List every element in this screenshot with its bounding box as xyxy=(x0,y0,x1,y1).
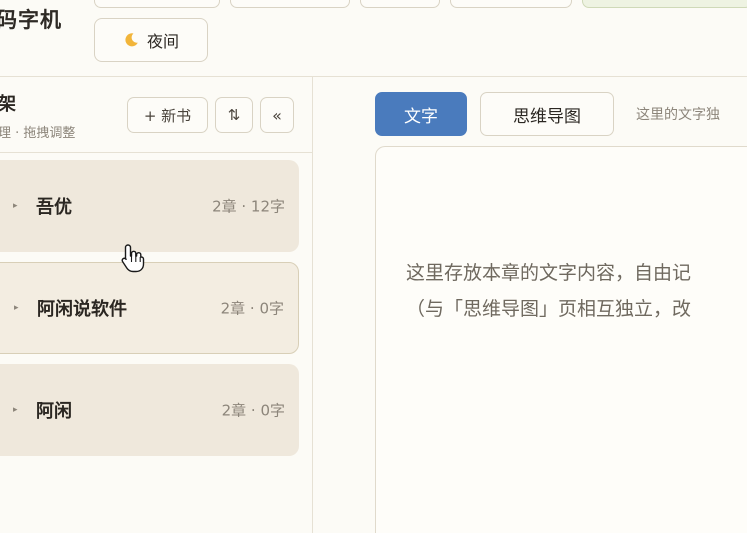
new-book-button[interactable]: + 新书 xyxy=(127,97,208,133)
hand-pointer-icon xyxy=(121,244,145,273)
caret-right-icon[interactable]: ▸ xyxy=(14,303,19,313)
app-window: 码字机 夜间 架 理 · 拖拽调整 + 新书 ⇅ « ▸ 吾优 2章 · 12字… xyxy=(0,0,747,533)
collapse-sidebar-button[interactable]: « xyxy=(260,97,294,133)
editor-placeholder: 这里存放本章的文字内容，自由记 （与「思维导图」页相互独立，改 xyxy=(406,262,692,320)
book-meta: 2章 · 0字 xyxy=(220,299,284,318)
toolbar-button-5[interactable] xyxy=(582,0,747,8)
tab-mindmap[interactable]: 思维导图 xyxy=(480,92,614,136)
book-name: 阿闲说软件 xyxy=(37,299,127,320)
toolbar-button-1[interactable] xyxy=(94,0,220,8)
header-divider xyxy=(0,76,747,77)
shelf-divider xyxy=(0,152,312,153)
night-mode-label: 夜间 xyxy=(146,32,179,51)
book-item[interactable]: ▸ 吾优 2章 · 12字 xyxy=(0,160,299,252)
toolbar-button-4[interactable] xyxy=(450,0,572,8)
caret-right-icon[interactable]: ▸ xyxy=(13,405,18,415)
book-name: 吾优 xyxy=(36,197,72,218)
caret-right-icon[interactable]: ▸ xyxy=(13,201,18,211)
sort-icon: ⇅ xyxy=(227,106,241,124)
toolbar-button-3[interactable] xyxy=(360,0,440,8)
app-title: 码字机 xyxy=(0,8,62,32)
tab-hint: 这里的文字独 xyxy=(636,107,720,123)
book-item-selected[interactable]: ▸ 阿闲说软件 2章 · 0字 xyxy=(0,262,299,354)
chapter-text-editor[interactable]: 这里存放本章的文字内容，自由记 （与「思维导图」页相互独立，改 xyxy=(375,146,747,533)
book-meta: 2章 · 0字 xyxy=(221,401,285,420)
book-meta: 2章 · 12字 xyxy=(212,197,285,216)
panel-divider xyxy=(312,77,313,533)
shelf-title: 架 xyxy=(0,94,16,115)
night-mode-button[interactable]: 夜间 xyxy=(94,18,208,62)
moon-icon xyxy=(125,33,138,47)
sort-button[interactable]: ⇅ xyxy=(215,97,253,133)
toolbar-button-2[interactable] xyxy=(230,0,350,8)
tab-text[interactable]: 文字 xyxy=(375,92,467,136)
book-item[interactable]: ▸ 阿闲 2章 · 0字 xyxy=(0,364,299,456)
shelf-hint: 理 · 拖拽调整 xyxy=(0,126,76,141)
book-name: 阿闲 xyxy=(36,401,72,422)
double-chevron-left-icon: « xyxy=(272,105,282,125)
